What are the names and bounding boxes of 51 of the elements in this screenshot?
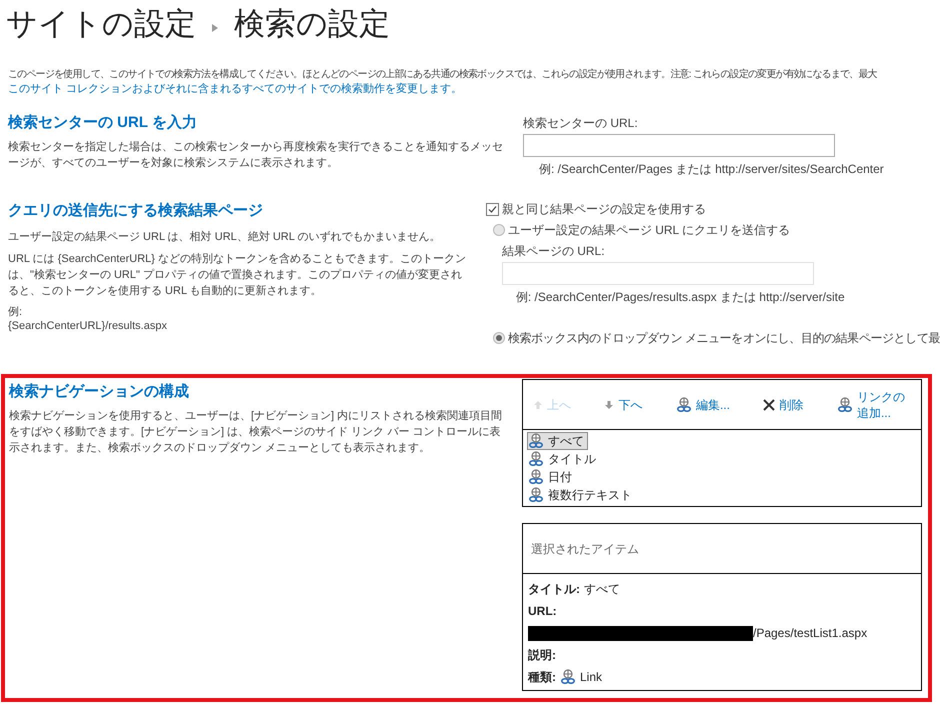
example-text: 例: /SearchCenter/Pages または http://server/sites/SearchCenter (539, 161, 884, 178)
panel-header: 選択されたアイテム (531, 540, 639, 558)
section-description: 検索センターを指定した場合は、この検索センターから再度検索を実行できることを通知するメッセージが、すべてのユーザーを対象に検索システムに表示されます。 (8, 140, 504, 170)
globe-link-icon (676, 396, 692, 412)
toolbar-button[interactable]: 下へ (604, 396, 642, 414)
globe-link-icon (836, 396, 853, 412)
radio-button[interactable] (492, 332, 505, 344)
field-value: すべて (584, 581, 620, 598)
field-label: 検索センターの URL: (523, 115, 639, 132)
globe-link-icon (528, 469, 544, 485)
navigation-link-item[interactable]: 日付 (527, 468, 576, 486)
navigation-link-item[interactable]: タイトル (527, 450, 600, 468)
up-arrow-icon (533, 400, 543, 410)
section-description: ユーザー設定の結果ページ URL は、相対 URL、絶対 URL のいずれでもかまいません。 (8, 230, 442, 244)
intro-link[interactable]: このサイト コレクションおよびそれに含まれるすべてのサイトでの検索動作を変更します。 (8, 82, 940, 97)
field-label: 説明: (528, 647, 557, 664)
field-value: Link (580, 669, 602, 686)
section-description: URL には {SearchCenterURL} などの特別なトークンを含めることもできます。このトークンは、"検索センターの URL" プロパティの値で置換されます。このプロパティの値が変更されると、このトークンを使用する URL も自動的に更新されます。 (8, 252, 467, 298)
breadcrumb-arrow-icon (212, 24, 218, 32)
page-title: 検索の設定 (234, 4, 390, 43)
example-text: 例: /SearchCenter/Pages/results.aspx または http://server/site (516, 289, 846, 306)
field-label: 種類: (528, 669, 556, 686)
close-icon (763, 398, 776, 410)
intro-text: このページを使用して、このサイトでの検索方法を構成してください。ほとんどのページの上部にある共通の検索ボックスでは、これらの設定が使用されます。注意: これらの設定の変更が有効になるまで、最大 (8, 68, 878, 82)
example-label: 例: (8, 304, 24, 318)
checkbox-label: 親と同じ結果ページの設定を使用する (502, 201, 706, 218)
globe-link-icon (528, 487, 544, 503)
toolbar-button[interactable]: 編集... (676, 396, 730, 414)
toolbar-button[interactable]: 削除 (763, 396, 804, 414)
field-label: 結果ページの URL: (502, 243, 606, 260)
globe-link-icon (528, 433, 544, 449)
globe-link-icon (528, 451, 544, 467)
section-heading: 検索ナビゲーションの構成 (9, 382, 190, 402)
field-value: /Pages/testList1.aspx (753, 625, 868, 642)
checkbox[interactable] (486, 202, 499, 216)
site-settings-breadcrumb[interactable]: サイトの設定 (6, 0, 196, 48)
field-label: URL: (528, 603, 558, 620)
toolbar-button[interactable]: リンクの追加... (836, 388, 911, 420)
section-heading: クエリの送信先にする検索結果ページ (8, 201, 264, 221)
section-description: 検索ナビゲーションを使用すると、ユーザーは、[ナビゲーション] 内にリストされる検索関連項目間をすばやく移動できます。[ナビゲーション] は、検索ページのサイド リンク バー コントロールに表示されます。また、検索ボックスのドロップダウン メニューとしても表示されます。 (9, 408, 504, 456)
search-center-url-field[interactable] (523, 134, 835, 157)
field-label: タイトル: (528, 581, 580, 598)
example-value: {SearchCenterURL}/results.aspx (8, 318, 168, 332)
radio-button[interactable] (492, 224, 505, 236)
navigation-link-item[interactable]: 複数行テキスト (527, 486, 636, 504)
section-heading: 検索センターの URL を入力 (8, 113, 198, 133)
radio-label: ユーザー設定の結果ページ URL にクエリを送信する (508, 222, 790, 239)
radio-label: 検索ボックス内のドロップダウン メニューをオンにし、目的の結果ページとして最 (508, 330, 940, 347)
globe-link-icon (560, 669, 576, 685)
navigation-link-item[interactable]: すべて (527, 432, 588, 450)
down-arrow-icon (604, 400, 614, 410)
